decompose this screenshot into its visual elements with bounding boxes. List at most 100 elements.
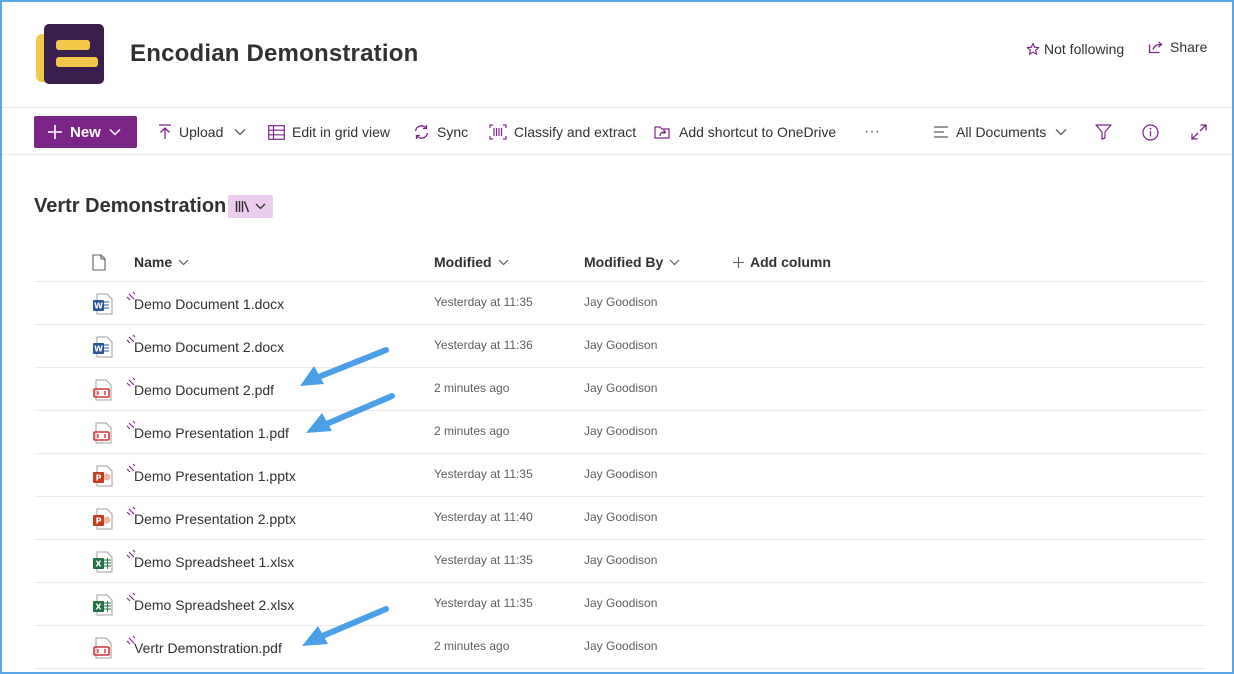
follow-button[interactable]: Not following bbox=[1026, 41, 1124, 57]
share-button[interactable]: Share bbox=[1148, 39, 1207, 55]
chevron-down-icon bbox=[178, 259, 189, 265]
edit-grid-view-button[interactable]: Edit in grid view bbox=[268, 109, 390, 155]
table-row[interactable]: Vertr Demonstration.pdf 2 minutes ago Ja… bbox=[34, 626, 1206, 669]
table-row[interactable]: Demo Document 2.pdf 2 minutes ago Jay Go… bbox=[34, 368, 1206, 411]
file-name-link[interactable]: Demo Spreadsheet 1.xlsx bbox=[134, 554, 294, 570]
upload-button[interactable]: Upload bbox=[158, 109, 246, 155]
info-button[interactable] bbox=[1142, 109, 1159, 155]
add-column-button[interactable]: Add column bbox=[733, 242, 831, 282]
file-name-link[interactable]: Demo Document 2.docx bbox=[134, 339, 284, 355]
modified-by-column-header[interactable]: Modified By bbox=[584, 242, 680, 282]
view-selector[interactable]: All Documents bbox=[933, 109, 1067, 155]
file-modified-by[interactable]: Jay Goodison bbox=[584, 381, 657, 395]
svg-text:X: X bbox=[95, 603, 102, 612]
file-modified-by[interactable]: Jay Goodison bbox=[584, 510, 657, 524]
shortcut-icon bbox=[654, 126, 670, 139]
grid-label: Edit in grid view bbox=[292, 124, 391, 140]
more-button[interactable]: ··· bbox=[864, 109, 880, 155]
info-icon bbox=[1142, 123, 1159, 141]
table-row[interactable]: Demo Presentation 1.pdf 2 minutes ago Ja… bbox=[34, 411, 1206, 454]
table-row[interactable]: P Demo Presentation 1.pptx Yesterday at … bbox=[34, 454, 1206, 497]
file-modified: Yesterday at 11:35 bbox=[434, 553, 533, 567]
fullscreen-button[interactable] bbox=[1191, 109, 1207, 155]
sync-button[interactable]: Sync bbox=[413, 109, 468, 155]
expand-icon bbox=[1191, 124, 1207, 140]
list-view-icon bbox=[934, 126, 948, 138]
chevron-down-icon bbox=[255, 203, 266, 210]
shortcut-label: Add shortcut to OneDrive bbox=[679, 124, 837, 140]
modified-header-label: Modified bbox=[434, 254, 492, 270]
plus-icon bbox=[733, 256, 744, 268]
file-modified-by[interactable]: Jay Goodison bbox=[584, 596, 657, 610]
new-button[interactable]: New bbox=[34, 116, 137, 148]
filter-icon bbox=[1095, 124, 1112, 140]
sync-label: Sync bbox=[437, 124, 469, 140]
excel-file-icon: X bbox=[93, 551, 113, 573]
more-label: ··· bbox=[864, 123, 880, 140]
modified-column-header[interactable]: Modified bbox=[434, 242, 509, 282]
file-modified-by[interactable]: Jay Goodison bbox=[584, 338, 657, 352]
upload-icon bbox=[159, 124, 171, 139]
new-label: New bbox=[70, 123, 101, 141]
window-frame: Encodian Demonstration Not following Sha… bbox=[0, 0, 1234, 674]
filter-button[interactable] bbox=[1095, 109, 1112, 155]
sync-icon bbox=[414, 125, 429, 139]
svg-text:W: W bbox=[94, 345, 103, 354]
file-name-link[interactable]: Demo Spreadsheet 2.xlsx bbox=[134, 597, 294, 613]
powerpoint-file-icon: P bbox=[93, 465, 113, 487]
file-name-link[interactable]: Demo Presentation 1.pdf bbox=[134, 425, 289, 441]
file-name-link[interactable]: Demo Document 1.docx bbox=[134, 296, 284, 312]
svg-text:P: P bbox=[96, 517, 102, 526]
file-modified-by[interactable]: Jay Goodison bbox=[584, 295, 657, 309]
star-icon bbox=[1026, 42, 1040, 55]
table-row[interactable]: W Demo Document 2.docx Yesterday at 11:3… bbox=[34, 325, 1206, 368]
svg-text:P: P bbox=[96, 474, 102, 483]
grid-icon bbox=[268, 124, 285, 140]
follow-label: Not following bbox=[1044, 41, 1125, 57]
table-row[interactable]: X Demo Spreadsheet 2.xlsx Yesterday at 1… bbox=[34, 583, 1206, 626]
pdf-file-icon bbox=[93, 637, 112, 659]
add-shortcut-onedrive-button[interactable]: Add shortcut to OneDrive bbox=[654, 109, 836, 155]
chevron-down-icon bbox=[1055, 129, 1067, 136]
site-logo[interactable] bbox=[36, 24, 106, 86]
pdf-file-icon bbox=[93, 422, 112, 444]
file-modified: Yesterday at 11:35 bbox=[434, 596, 533, 610]
upload-label: Upload bbox=[179, 124, 224, 140]
file-modified: 2 minutes ago bbox=[434, 639, 510, 653]
site-title: Encodian Demonstration bbox=[130, 40, 419, 67]
name-column-header[interactable]: Name bbox=[134, 242, 189, 282]
command-bar: New Upload Edit in grid view Sync Classi… bbox=[2, 109, 1232, 155]
share-label: Share bbox=[1170, 39, 1208, 55]
file-name-link[interactable]: Demo Presentation 1.pptx bbox=[134, 468, 296, 484]
table-row[interactable]: P Demo Presentation 2.pptx Yesterday at … bbox=[34, 497, 1206, 540]
table-row[interactable]: X Demo Spreadsheet 1.xlsx Yesterday at 1… bbox=[34, 540, 1206, 583]
barcode-scan-icon bbox=[489, 124, 507, 140]
library-icon bbox=[235, 201, 250, 213]
powerpoint-file-icon: P bbox=[93, 508, 113, 530]
classify-extract-button[interactable]: Classify and extract bbox=[489, 109, 636, 155]
file-modified-by[interactable]: Jay Goodison bbox=[584, 639, 657, 653]
file-name-link[interactable]: Demo Document 2.pdf bbox=[134, 382, 274, 398]
file-modified-by[interactable]: Jay Goodison bbox=[584, 424, 657, 438]
file-modified: Yesterday at 11:35 bbox=[434, 295, 533, 309]
add-column-label: Add column bbox=[750, 254, 831, 270]
svg-text:X: X bbox=[95, 560, 102, 569]
word-file-icon: W bbox=[93, 336, 113, 358]
svg-text:W: W bbox=[94, 302, 103, 311]
file-modified-by[interactable]: Jay Goodison bbox=[584, 467, 657, 481]
file-type-header[interactable] bbox=[92, 242, 106, 282]
table-row[interactable]: W Demo Document 1.docx Yesterday at 11:3… bbox=[34, 282, 1206, 325]
chevron-down-icon bbox=[669, 259, 680, 265]
view-label: All Documents bbox=[956, 124, 1047, 140]
pdf-file-icon bbox=[93, 379, 112, 401]
file-name-link[interactable]: Vertr Demonstration.pdf bbox=[134, 640, 282, 656]
file-modified: Yesterday at 11:40 bbox=[434, 510, 533, 524]
library-view-options[interactable] bbox=[228, 195, 273, 218]
file-modified-by[interactable]: Jay Goodison bbox=[584, 553, 657, 567]
word-file-icon: W bbox=[93, 293, 113, 315]
chevron-down-icon bbox=[109, 128, 121, 136]
chevron-down-icon bbox=[234, 129, 246, 136]
file-name-link[interactable]: Demo Presentation 2.pptx bbox=[134, 511, 296, 527]
plus-icon bbox=[48, 125, 62, 139]
library-title: Vertr Demonstration bbox=[34, 195, 227, 217]
